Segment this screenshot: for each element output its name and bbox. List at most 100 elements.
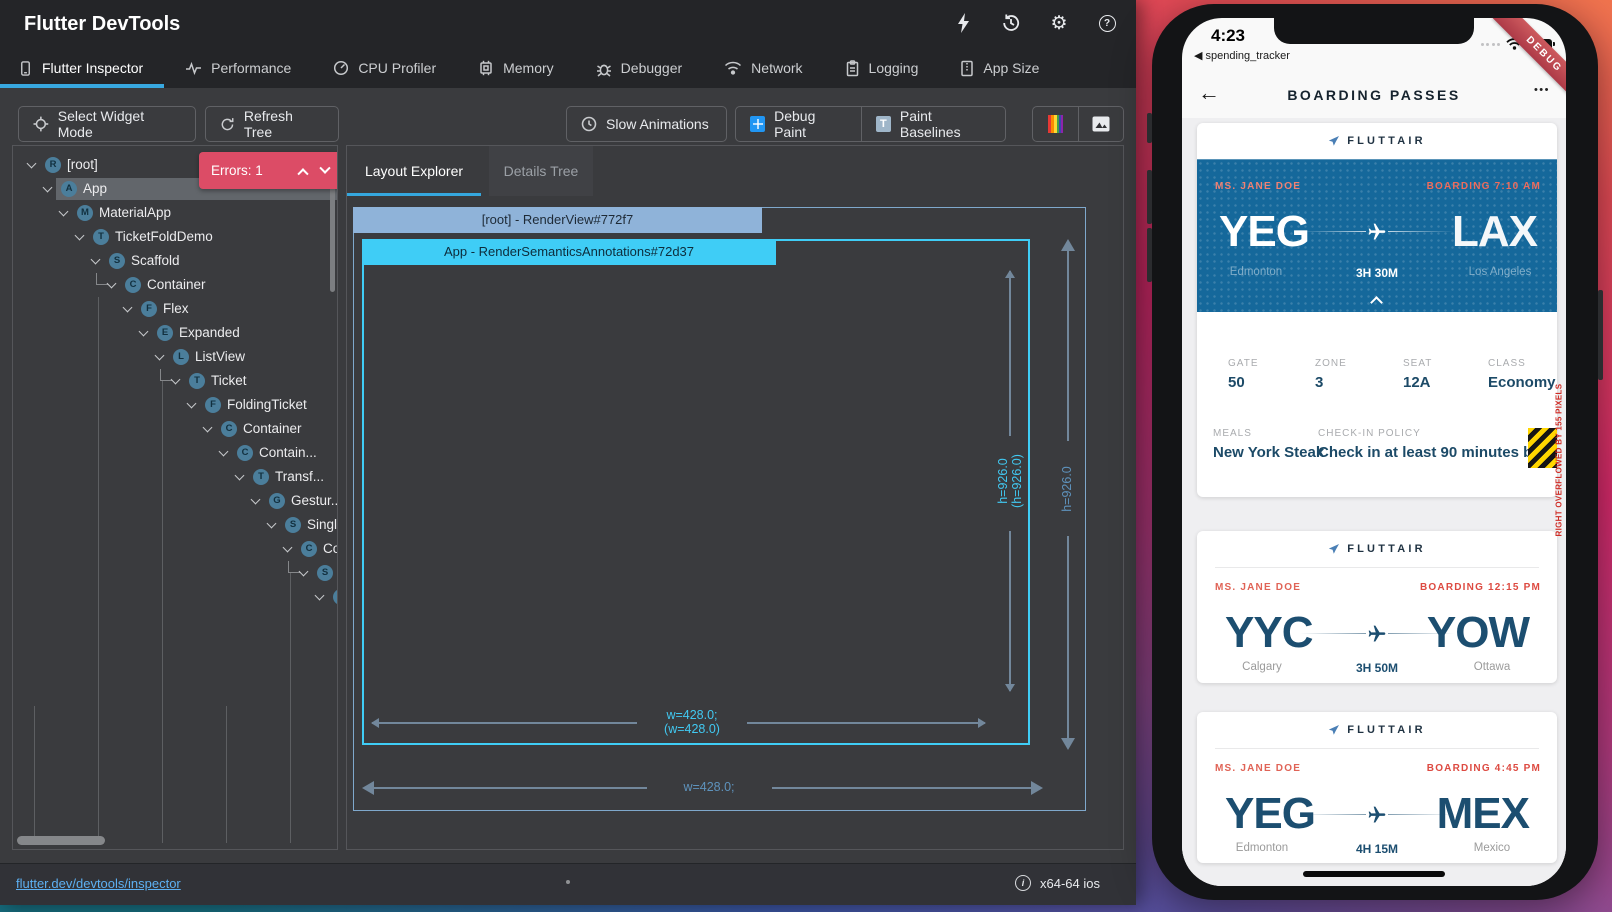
chevron-down-icon[interactable]	[27, 159, 37, 169]
tree-node-Gestur...[interactable]: GGestur...	[13, 489, 337, 513]
tab-details-tree[interactable]: Details Tree	[489, 146, 593, 196]
chevron-down-icon[interactable]	[267, 519, 277, 529]
widget-name-label: FoldingTicket	[227, 396, 307, 414]
previous-error-button[interactable]	[297, 168, 308, 179]
arrowhead-left-icon	[371, 718, 379, 728]
passenger-name: MS. JANE DOE	[1215, 763, 1301, 774]
gate-label: GATE	[1228, 358, 1258, 369]
settings-gear-icon[interactable]: ⚙	[1048, 12, 1070, 34]
tab-performance[interactable]: Performance	[164, 48, 312, 88]
seat-value: 12A	[1403, 374, 1431, 391]
tree-node-Ticket[interactable]: TTicket	[13, 369, 337, 393]
destination-city: Ottawa	[1447, 661, 1537, 673]
help-icon[interactable]: ?	[1096, 12, 1118, 34]
tab-flutter-inspector[interactable]: Flutter Inspector	[0, 48, 164, 88]
tree-node-Container[interactable]: CContainer	[13, 273, 337, 297]
chevron-down-icon[interactable]	[43, 183, 53, 193]
paint-baselines-button[interactable]: T Paint Baselines	[861, 107, 1005, 141]
select-widget-mode-button[interactable]: Select Widget Mode	[18, 106, 196, 142]
tab-logging[interactable]: Logging	[824, 48, 940, 88]
chevron-down-icon[interactable]	[315, 591, 325, 601]
paper-plane-icon	[1328, 135, 1340, 147]
overflow-menu-icon[interactable]: •••	[1534, 84, 1550, 96]
seat-label: SEAT	[1403, 358, 1432, 369]
boarding-pass-card[interactable]: FLUTTAIR MS. JANE DOE BOARDING 7:10 AM Y…	[1197, 123, 1557, 497]
chevron-down-icon[interactable]	[155, 351, 165, 361]
phone-notch	[1274, 18, 1474, 44]
status-time: 4:23	[1196, 26, 1260, 46]
status-back-to-app[interactable]: ◀ spending_tracker	[1194, 49, 1290, 62]
tree-node-ListView[interactable]: LListView	[13, 345, 337, 369]
app-title: Flutter DevTools	[24, 13, 180, 36]
tree-node-Scaffold[interactable]: SScaffold	[13, 249, 337, 273]
widget-name-label: Transf...	[275, 468, 324, 486]
next-error-button[interactable]	[319, 162, 330, 173]
widget-type-badge: C	[125, 277, 141, 293]
tree-node-Transf...[interactable]: TTransf...	[13, 465, 337, 489]
tab-debugger[interactable]: Debugger	[575, 48, 704, 88]
connected-device-label: x64-64 ios	[1040, 876, 1100, 891]
tree-node-Container[interactable]: CContainer	[13, 417, 337, 441]
chevron-down-icon[interactable]	[283, 543, 293, 553]
chevron-down-icon[interactable]	[171, 375, 181, 385]
arrowhead-right-icon	[978, 718, 986, 728]
chevron-down-icon[interactable]	[299, 567, 309, 577]
performance-icon	[185, 61, 202, 76]
paint-baselines-icon: T	[876, 116, 891, 132]
divider	[1215, 748, 1539, 749]
tree-node-FoldingTicket[interactable]: FFoldingTicket	[13, 393, 337, 417]
chevron-down-icon[interactable]	[203, 423, 213, 433]
chevron-down-icon[interactable]	[219, 447, 229, 457]
tree-vertical-scrollbar[interactable]	[330, 186, 335, 292]
tab-app-size[interactable]: App Size	[939, 48, 1060, 88]
tree-guide-line	[290, 573, 291, 843]
widget-name-label: Expanded	[179, 324, 240, 342]
color-scheme-button[interactable]	[1033, 107, 1078, 141]
tree-node-Co[interactable]: CCo	[13, 537, 337, 561]
image-preview-button[interactable]	[1078, 107, 1123, 141]
tree-horizontal-scrollbar[interactable]	[17, 836, 105, 845]
boarding-pass-card[interactable]: FLUTTAIR MS. JANE DOE BOARDING 12:15 PM …	[1197, 531, 1557, 683]
chevron-down-icon[interactable]	[107, 279, 117, 289]
tree-node-TicketFoldDemo[interactable]: TTicketFoldDemo	[13, 225, 337, 249]
app-render-label[interactable]: App - RenderSemanticsAnnotations#72d37	[362, 239, 776, 265]
widget-type-badge: S	[285, 517, 301, 533]
hot-restart-bolt-icon[interactable]	[952, 12, 974, 34]
root-render-label[interactable]: [root] - RenderView#772f7	[353, 207, 762, 233]
widget-name-label: Gestur...	[291, 492, 338, 510]
chevron-down-icon[interactable]	[91, 255, 101, 265]
tree-node-Singl[interactable]: SSingl	[13, 513, 337, 537]
dim-line	[372, 722, 637, 724]
chevron-down-icon[interactable]	[139, 327, 149, 337]
tab-layout-explorer[interactable]: Layout Explorer	[347, 146, 481, 196]
errors-badge[interactable]: Errors: 1	[199, 152, 338, 189]
destination-city: Mexico	[1447, 842, 1537, 854]
collapse-chevron-icon[interactable]	[1370, 296, 1383, 309]
home-indicator[interactable]	[1303, 871, 1445, 877]
refresh-tree-button[interactable]: Refresh Tree	[205, 106, 339, 142]
boarding-pass-card[interactable]: FLUTTAIR MS. JANE DOE BOARDING 4:45 PM Y…	[1197, 712, 1557, 863]
tab-memory[interactable]: Memory	[457, 48, 575, 88]
slow-animations-button[interactable]: Slow Animations	[566, 106, 727, 142]
debug-paint-button[interactable]: Debug Paint	[736, 107, 861, 141]
app-render-box[interactable]	[362, 239, 1030, 745]
tree-node-Contain...[interactable]: CContain...	[13, 441, 337, 465]
info-icon[interactable]: i	[1015, 875, 1031, 891]
tree-node-C[interactable]: C	[13, 585, 337, 609]
chevron-down-icon[interactable]	[251, 495, 261, 505]
chevron-down-icon[interactable]	[75, 231, 85, 241]
tree-node-MaterialApp[interactable]: MMaterialApp	[13, 201, 337, 225]
tab-network[interactable]: Network	[703, 48, 823, 88]
widget-name-label: Scaffold	[131, 252, 180, 270]
chevron-down-icon[interactable]	[235, 471, 245, 481]
documentation-link[interactable]: flutter.dev/devtools/inspector	[16, 876, 181, 891]
chevron-down-icon[interactable]	[187, 399, 197, 409]
paper-plane-icon	[1328, 724, 1340, 736]
history-icon[interactable]	[1000, 12, 1022, 34]
tree-node-Flex[interactable]: FFlex	[13, 297, 337, 321]
chevron-down-icon[interactable]	[123, 303, 133, 313]
tree-node-Expanded[interactable]: EExpanded	[13, 321, 337, 345]
chevron-down-icon[interactable]	[59, 207, 69, 217]
tab-cpu-profiler[interactable]: CPU Profiler	[312, 48, 457, 88]
tree-node-S[interactable]: S	[13, 561, 337, 585]
